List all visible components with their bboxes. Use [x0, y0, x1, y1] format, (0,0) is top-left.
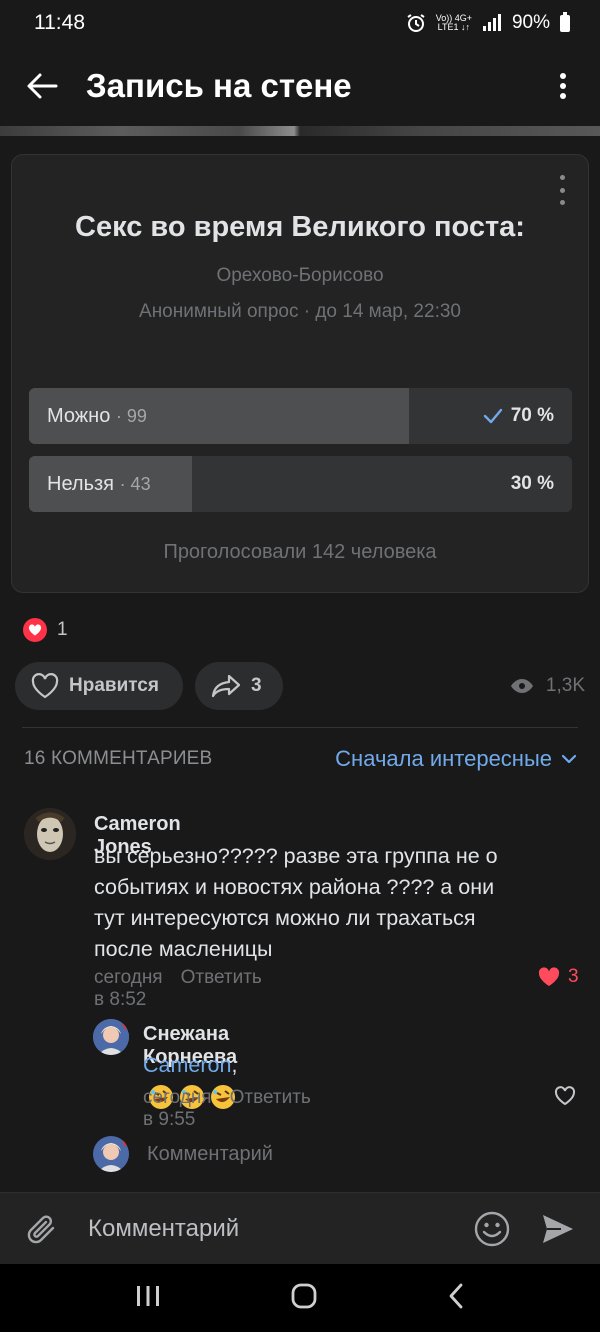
- poll-group[interactable]: Орехово-Борисово: [12, 265, 588, 287]
- send-button[interactable]: [538, 1209, 578, 1249]
- send-icon: [543, 1214, 573, 1243]
- status-time: 11:48: [34, 11, 85, 34]
- network-type-indicator: Vo)) 4G+ LTE1 ↓↑: [436, 14, 472, 32]
- more-button[interactable]: [548, 66, 578, 106]
- poll-option-label: Нельзя · 43: [29, 473, 511, 496]
- poll-option-percent-value: 70 %: [510, 405, 554, 426]
- heart-outline-icon: [554, 1086, 576, 1106]
- poll-meta: Анонимный опрос · до 14 мар, 22:30: [139, 301, 461, 322]
- poll-option[interactable]: Можно · 99 70 %: [29, 388, 572, 444]
- comment-meta: сегодня в 8:52 Ответить: [94, 967, 262, 1011]
- poll-option-percent: 70 %: [483, 405, 572, 427]
- chevron-left-icon: [449, 1283, 463, 1308]
- heart-filled-icon: [538, 967, 560, 986]
- chevron-down-icon: [562, 754, 576, 764]
- comment-time: сегодня в 8:52: [94, 967, 163, 1010]
- status-icons: Vo)) 4G+ LTE1 ↓↑ 90%: [406, 11, 570, 34]
- comments-count: 16 КОММЕНТАРИЕВ: [24, 748, 213, 769]
- attach-button[interactable]: [22, 1209, 62, 1249]
- post-image-strip: [0, 126, 600, 136]
- smile-icon: [474, 1211, 510, 1246]
- battery-icon: [560, 11, 570, 32]
- sort-label: Сначала интересные: [335, 746, 552, 771]
- avatar[interactable]: [24, 808, 76, 860]
- poll-title: Секс во время Великого поста:: [75, 211, 525, 243]
- heart-outline-icon: [31, 673, 59, 699]
- comment-text-line: после масленицы: [94, 937, 273, 961]
- recents-button[interactable]: [135, 1285, 161, 1312]
- comment-like-button[interactable]: [554, 1086, 576, 1106]
- arrow-left-icon: [27, 73, 58, 99]
- comment-text-line: событиях и новостях района ???? а они: [94, 875, 495, 899]
- sort-dropdown[interactable]: Сначала интересные: [335, 746, 576, 772]
- poll-option-percent-value: 30 %: [510, 473, 554, 494]
- battery-percent: 90%: [511, 12, 550, 33]
- poll-option-text: Нельзя: [47, 472, 114, 495]
- avatar[interactable]: [93, 1019, 129, 1055]
- home-button[interactable]: [290, 1282, 318, 1315]
- like-button[interactable]: Нравится: [15, 662, 183, 710]
- comment-like-button[interactable]: 3: [538, 966, 579, 988]
- status-bar: 11:48 Vo)) 4G+ LTE1 ↓↑ 90%: [0, 0, 600, 46]
- app-bar: Запись на стене: [0, 46, 600, 126]
- like-label: Нравится: [69, 675, 159, 696]
- system-back-button[interactable]: [447, 1283, 465, 1314]
- comment-composer: Комментарий: [0, 1192, 600, 1264]
- signal-icon: [482, 14, 501, 31]
- emoji-button[interactable]: [472, 1209, 512, 1249]
- comment-input[interactable]: Комментарий: [88, 1215, 472, 1243]
- views-count: 1,3K: [545, 675, 585, 696]
- mention-link[interactable]: Cameron: [143, 1053, 231, 1077]
- comment-meta: сегодня в 9:55 Ответить: [143, 1087, 311, 1131]
- divider: [22, 727, 578, 728]
- paperclip-icon: [27, 1214, 55, 1243]
- inline-reply-placeholder: Комментарий: [147, 1142, 273, 1165]
- reply-button[interactable]: Ответить: [230, 1087, 311, 1131]
- poll-option-label: Можно · 99: [29, 405, 483, 428]
- comments-header: 16 КОММЕНТАРИЕВ Сначала интересные: [24, 746, 576, 772]
- reactions-summary[interactable]: 1: [23, 618, 68, 642]
- recents-icon: [136, 1285, 159, 1306]
- poll-total: Проголосовали 142 человека: [163, 541, 437, 563]
- avatar: [93, 1136, 129, 1172]
- inline-reply-field[interactable]: Комментарий: [93, 1136, 273, 1172]
- system-nav-bar: [0, 1264, 600, 1332]
- back-button[interactable]: [22, 66, 62, 106]
- more-vertical-icon: [560, 73, 566, 99]
- reply-button[interactable]: Ответить: [181, 967, 262, 1011]
- comment-text-punct: ,: [231, 1053, 238, 1077]
- share-icon: [211, 674, 241, 698]
- network-bottom: LTE1 ↓↑: [437, 22, 470, 32]
- alarm-icon: [407, 14, 425, 32]
- comment-text: вы серьезно????? разве эта группа не о с…: [94, 841, 574, 965]
- poll-option-text: Можно: [47, 404, 111, 427]
- comment-text-line: вы серьезно????? разве эта группа не о: [94, 844, 498, 868]
- post-actions: Нравится 3 1,3K: [15, 662, 585, 710]
- poll-more-icon[interactable]: [556, 175, 568, 205]
- comment-like-count: 3: [568, 966, 579, 987]
- comment-time: сегодня в 9:55: [143, 1087, 212, 1130]
- share-count: 3: [251, 675, 262, 696]
- poll-option-count: · 43: [119, 473, 151, 494]
- page-title: Запись на стене: [86, 67, 352, 104]
- comment-text-line: тут интересуются можно ли трахаться: [94, 906, 476, 930]
- home-icon: [291, 1283, 317, 1308]
- poll-option[interactable]: Нельзя · 43 30 %: [29, 456, 572, 512]
- poll-card: Секс во время Великого поста: Орехово-Бо…: [11, 154, 589, 593]
- check-icon: [483, 408, 502, 424]
- share-button[interactable]: 3: [195, 662, 283, 710]
- poll-option-count: · 99: [115, 405, 147, 426]
- eye-icon: [510, 679, 533, 693]
- reactions-count: 1: [57, 619, 68, 640]
- heart-reaction-icon: [23, 618, 47, 642]
- poll-option-percent: 30 %: [511, 473, 572, 495]
- views: 1,3K: [510, 675, 585, 697]
